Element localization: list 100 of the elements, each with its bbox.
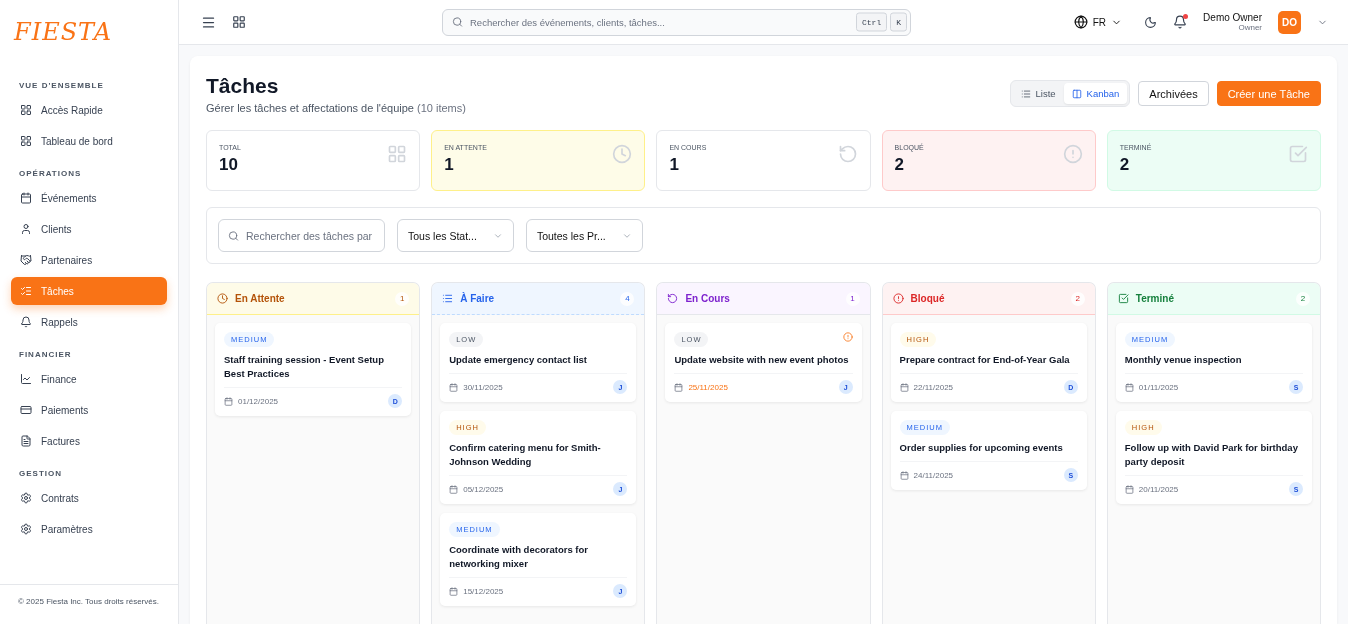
sidebar-item[interactable]: Paramètres xyxy=(11,515,167,543)
settings-icon xyxy=(20,523,32,535)
sidebar-item[interactable]: Accès Rapide xyxy=(11,96,167,124)
task-title: Prepare contract for End-of-Year Gala xyxy=(899,353,1078,374)
task-title: Follow up with David Park for birthday party deposit xyxy=(1124,441,1303,476)
search-icon xyxy=(452,16,463,28)
rotate-icon xyxy=(667,293,679,304)
stat-value: 10 xyxy=(219,155,239,175)
view-tab[interactable]: Kanban xyxy=(1063,83,1128,104)
calendar-icon xyxy=(1124,484,1134,494)
card-icon xyxy=(20,404,32,416)
moon-icon[interactable] xyxy=(1144,15,1158,29)
calendar-icon xyxy=(1124,382,1134,392)
handshake-icon xyxy=(20,254,32,266)
due-date: 25/11/2025 xyxy=(688,382,729,392)
column-count: 1 xyxy=(395,291,410,306)
list-icon xyxy=(1020,88,1031,99)
column-count: 2 xyxy=(1070,291,1085,306)
stat-value: 1 xyxy=(444,155,455,175)
list-icon xyxy=(442,293,454,304)
stat-value: 1 xyxy=(669,155,680,175)
grid-icon[interactable] xyxy=(232,15,246,29)
calendar-icon xyxy=(449,382,459,392)
column-title: En Cours xyxy=(685,293,731,304)
globe-icon xyxy=(1073,15,1088,29)
section-title: GESTION xyxy=(18,468,63,480)
filter-dropdown[interactable]: Tous les Stat... xyxy=(397,219,514,252)
fiesta-logo: FIESTA xyxy=(12,17,114,48)
column-count: 4 xyxy=(620,291,635,306)
grid-icon xyxy=(20,135,32,147)
stat-value: 2 xyxy=(1119,155,1131,175)
grid-icon xyxy=(20,104,32,116)
calendar-icon xyxy=(899,382,909,392)
user-icon xyxy=(20,223,32,235)
view-tab[interactable]: Liste xyxy=(1012,83,1064,104)
settings-icon xyxy=(20,492,32,504)
sidebar-item[interactable]: Événements xyxy=(11,184,167,212)
due-date: 01/12/2025 xyxy=(238,396,280,406)
due-date: 20/11/2025 xyxy=(1138,484,1180,494)
calendar-icon xyxy=(449,484,459,494)
due-date: 15/12/2025 xyxy=(463,586,505,596)
archive-button[interactable]: Archivées xyxy=(1138,81,1209,106)
page-subtitle: Gérer les tâches et affectations de l'équipe (10 items) xyxy=(206,102,466,114)
bell-icon xyxy=(20,316,32,328)
grid-icon xyxy=(387,144,408,164)
alert-icon xyxy=(892,293,904,304)
section-title: OPÉRATIONS xyxy=(18,168,83,180)
column-title: À Faire xyxy=(460,293,496,304)
document-icon xyxy=(20,435,32,447)
sidebar-item[interactable]: Rappels xyxy=(11,308,167,336)
task-title: Monthly venue inspection xyxy=(1124,353,1303,374)
calendar-icon xyxy=(674,382,684,392)
sidebar-item[interactable]: Paiements xyxy=(11,396,167,424)
sidebar-item[interactable]: Tableau de bord xyxy=(11,127,167,155)
menu-icon[interactable] xyxy=(201,14,216,30)
due-date: 30/11/2025 xyxy=(463,382,504,392)
column-count: 1 xyxy=(845,291,860,306)
stat-value: 2 xyxy=(894,155,906,175)
calendar-icon xyxy=(899,470,909,480)
chart-icon xyxy=(20,373,32,385)
task-title: Staff training session - Event Setup Best Practices xyxy=(224,353,403,388)
sidebar-item[interactable]: Finance xyxy=(11,365,167,393)
copyright-text: © 2025 Fiesta Inc. Tous droits réservés. xyxy=(0,584,178,624)
sidebar-item[interactable]: Contrats xyxy=(11,484,167,512)
task-title: Confirm catering menu for Smith-Johnson Wedding xyxy=(449,441,628,476)
clock-icon xyxy=(217,293,228,304)
column-count: 2 xyxy=(1296,291,1310,306)
checklist-icon xyxy=(20,285,32,297)
page-title: Tâches xyxy=(206,74,280,98)
search-icon xyxy=(228,230,239,241)
columns-icon xyxy=(1071,88,1082,99)
clock-icon xyxy=(612,144,633,164)
due-date: 24/11/2025 xyxy=(913,470,955,480)
sidebar-item[interactable]: Clients xyxy=(11,215,167,243)
due-date: 22/11/2025 xyxy=(913,382,955,392)
alert-icon xyxy=(1062,144,1083,164)
language-selector[interactable]: FR xyxy=(1067,14,1129,30)
task-title: Order supplies for upcoming events xyxy=(899,441,1078,462)
column-title: Bloqué xyxy=(910,293,946,304)
column-title: Terminé xyxy=(1135,293,1175,304)
shortcut-key: K xyxy=(890,12,907,32)
task-title: Update website with new event photos xyxy=(674,353,853,374)
calendar-icon xyxy=(449,586,459,596)
filter-dropdown[interactable]: Toutes les Pr... xyxy=(525,219,643,252)
rotate-icon xyxy=(837,144,858,164)
checkbox-icon xyxy=(1288,144,1308,164)
task-title: Coordinate with decorators for networking mixer xyxy=(449,543,628,578)
calendar-icon xyxy=(224,396,233,406)
user-name: Demo Owner xyxy=(1203,12,1262,23)
section-title: VUE D'ENSEMBLE xyxy=(18,80,105,92)
sidebar-item[interactable]: Factures xyxy=(11,427,167,455)
calendar-icon xyxy=(20,192,32,204)
checkbox-icon xyxy=(1117,293,1129,304)
due-date: 01/11/2025 xyxy=(1138,382,1180,392)
user-role: Owner xyxy=(1238,23,1262,32)
column-title: En Attente xyxy=(235,293,286,304)
notification-bell-icon[interactable] xyxy=(1173,15,1188,29)
sidebar-item[interactable]: Partenaires xyxy=(11,246,167,274)
task-title: Update emergency contact list xyxy=(449,353,628,374)
task-search-field[interactable]: Rechercher des tâches par xyxy=(218,219,385,252)
